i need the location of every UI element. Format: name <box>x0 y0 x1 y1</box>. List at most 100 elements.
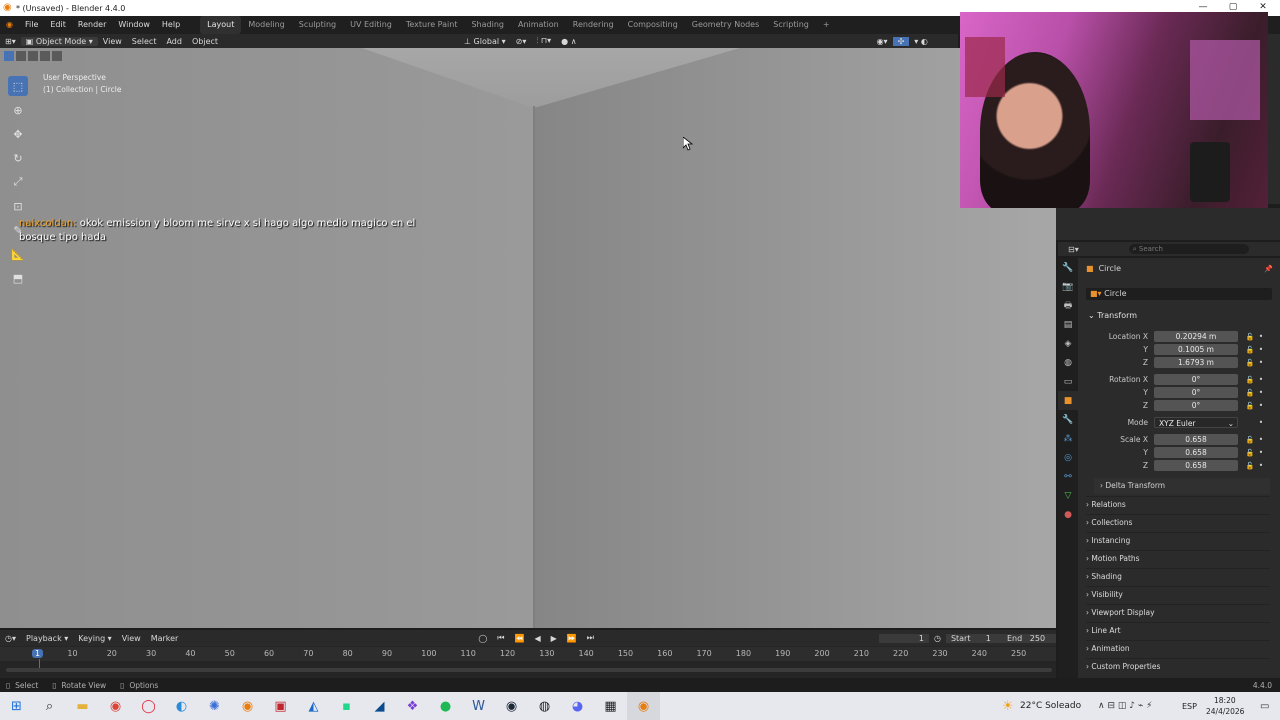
data-tab-icon[interactable]: ▽ <box>1058 486 1078 505</box>
overlay-icon[interactable]: ▾ ◐ <box>909 37 933 46</box>
tab-modeling[interactable]: Modeling <box>241 16 291 34</box>
keyframe-dot[interactable]: • <box>1256 345 1266 354</box>
menu-keying[interactable]: Keying ▾ <box>73 634 116 643</box>
keyframe-dot[interactable]: • <box>1256 448 1266 457</box>
section-relations[interactable]: › Relations <box>1086 496 1270 512</box>
world-tab-icon[interactable]: ◍ <box>1058 353 1078 372</box>
transform-header[interactable]: ⌄ Transform <box>1088 311 1137 320</box>
clock-time[interactable]: 18:20 <box>1214 696 1236 705</box>
tab-sculpting[interactable]: Sculpting <box>292 16 343 34</box>
blender-taskbar-icon[interactable]: ◉ <box>231 692 264 720</box>
preview-range-icon[interactable]: ◷ <box>929 634 946 643</box>
jump-end-icon[interactable]: ⏭ <box>582 633 599 643</box>
select-extend-icon[interactable] <box>16 51 26 61</box>
tab-layout[interactable]: Layout <box>200 16 242 34</box>
modifier-tab-icon[interactable]: 🔧 <box>1058 410 1078 429</box>
timeline-editor-icon[interactable]: ◷▾ <box>0 634 21 643</box>
select-invert-icon[interactable] <box>40 51 50 61</box>
menu-file[interactable]: File <box>19 16 44 34</box>
notification-icon[interactable]: ▭ <box>1260 701 1269 712</box>
file-explorer-icon[interactable]: ▬ <box>66 692 99 720</box>
jump-start-icon[interactable]: ⏮ <box>492 633 509 643</box>
search-icon[interactable]: ⌕ <box>33 692 66 720</box>
menu-add[interactable]: Add <box>161 37 187 46</box>
discord-icon[interactable]: ◕ <box>561 692 594 720</box>
language-label[interactable]: ESP <box>1182 702 1197 711</box>
keyframe-dot[interactable]: • <box>1256 358 1266 367</box>
chrome-icon[interactable]: ◉ <box>99 692 132 720</box>
snap-icon[interactable]: ⫶ ⊓▾ <box>531 36 556 46</box>
lock-icon[interactable]: 🔓 <box>1244 449 1256 457</box>
tray-icons[interactable]: ∧ ⊟ ◫ ♪ ⌁ ⚡ <box>1098 701 1152 711</box>
move-tool-icon[interactable]: ✥ <box>8 124 28 144</box>
tab-shading[interactable]: Shading <box>464 16 511 34</box>
menu-window[interactable]: Window <box>112 16 156 34</box>
scale-tool-icon[interactable]: ⤢ <box>8 172 28 192</box>
current-frame-field[interactable]: 1 <box>878 633 929 643</box>
cursor-tool-icon[interactable]: ⊕ <box>8 100 28 120</box>
tab-geometry-nodes[interactable]: Geometry Nodes <box>685 16 766 34</box>
menu-marker[interactable]: Marker <box>146 634 184 643</box>
mode-dropdown[interactable]: ▣ Object Mode ▾ <box>20 36 98 46</box>
lock-icon[interactable]: 🔓 <box>1244 376 1256 384</box>
timeline-scrollbar[interactable] <box>6 668 1052 672</box>
section-animation[interactable]: › Animation <box>1086 640 1270 656</box>
menu-view[interactable]: View <box>98 37 127 46</box>
edge-icon[interactable]: ◐ <box>165 692 198 720</box>
measure-tool-icon[interactable]: 📐 <box>8 244 28 264</box>
pycharm-icon[interactable]: ▪ <box>330 692 363 720</box>
obs-icon[interactable]: ◍ <box>528 692 561 720</box>
rotate-tool-icon[interactable]: ↻ <box>8 148 28 168</box>
section-motion-paths[interactable]: › Motion Paths <box>1086 550 1270 566</box>
scale-y-field[interactable]: 0.658 <box>1154 447 1238 458</box>
add-workspace-button[interactable]: + <box>816 16 837 34</box>
menu-view[interactable]: View <box>117 634 146 643</box>
pivot-icon[interactable]: ⊘▾ <box>511 37 532 46</box>
steam-icon[interactable]: ◉ <box>495 692 528 720</box>
lock-icon[interactable]: 🔓 <box>1244 462 1256 470</box>
scale-x-field[interactable]: 0.658 <box>1154 434 1238 445</box>
app-swirl-icon[interactable]: ✺ <box>198 692 231 720</box>
app-blue-icon[interactable]: ◭ <box>297 692 330 720</box>
editor-type-icon[interactable]: ⊟▾ <box>1068 245 1079 254</box>
tab-rendering[interactable]: Rendering <box>566 16 621 34</box>
scale-z-field[interactable]: 0.658 <box>1154 460 1238 471</box>
section-collections[interactable]: › Collections <box>1086 514 1270 530</box>
opera-icon[interactable]: ◯ <box>132 692 165 720</box>
prev-key-icon[interactable]: ⏪ <box>510 634 530 643</box>
lock-icon[interactable]: 🔓 <box>1244 402 1256 410</box>
keyframe-dot[interactable]: • <box>1256 401 1266 410</box>
windows-start-icon[interactable]: ⊞ <box>0 692 33 720</box>
play-reverse-icon[interactable]: ◀ <box>529 634 545 643</box>
select-box-icon[interactable] <box>4 51 14 61</box>
lock-icon[interactable]: 🔓 <box>1244 389 1256 397</box>
lock-icon[interactable]: 🔓 <box>1244 333 1256 341</box>
rotation-x-field[interactable]: 0° <box>1154 374 1238 385</box>
proportional-edit-icon[interactable]: ● ∧ <box>556 37 581 46</box>
location-y-field[interactable]: 0.1005 m <box>1154 344 1238 355</box>
location-z-field[interactable]: 1.6793 m <box>1154 357 1238 368</box>
lock-icon[interactable]: 🔓 <box>1244 346 1256 354</box>
clapper-icon[interactable]: ▦ <box>594 692 627 720</box>
search-field[interactable]: ⌕ Search <box>1128 244 1249 254</box>
section-shading[interactable]: › Shading <box>1086 568 1270 584</box>
play-icon[interactable]: ▶ <box>546 634 562 643</box>
record-icon[interactable]: ◯ <box>473 634 492 643</box>
menu-help[interactable]: Help <box>156 16 186 34</box>
keyframe-dot[interactable]: • <box>1256 332 1266 341</box>
menu-object[interactable]: Object <box>187 37 223 46</box>
select-subtract-icon[interactable] <box>28 51 38 61</box>
select-intersect-icon[interactable] <box>52 51 62 61</box>
menu-edit[interactable]: Edit <box>44 16 72 34</box>
keyframe-dot[interactable]: • <box>1256 418 1266 427</box>
object-tab-icon[interactable]: ■ <box>1058 391 1078 410</box>
app-red-icon[interactable]: ▣ <box>264 692 297 720</box>
next-key-icon[interactable]: ⏩ <box>562 634 582 643</box>
3d-viewport[interactable]: User Perspective (1) Collection | Circle <box>0 48 1056 628</box>
tab-compositing[interactable]: Compositing <box>621 16 685 34</box>
constraints-tab-icon[interactable]: ⚯ <box>1058 467 1078 486</box>
tool-tab-icon[interactable]: 🔧 <box>1058 258 1078 277</box>
lock-icon[interactable]: 🔓 <box>1244 436 1256 444</box>
add-cube-tool-icon[interactable]: ⬒ <box>8 268 28 288</box>
collection-tab-icon[interactable]: ▭ <box>1058 372 1078 391</box>
